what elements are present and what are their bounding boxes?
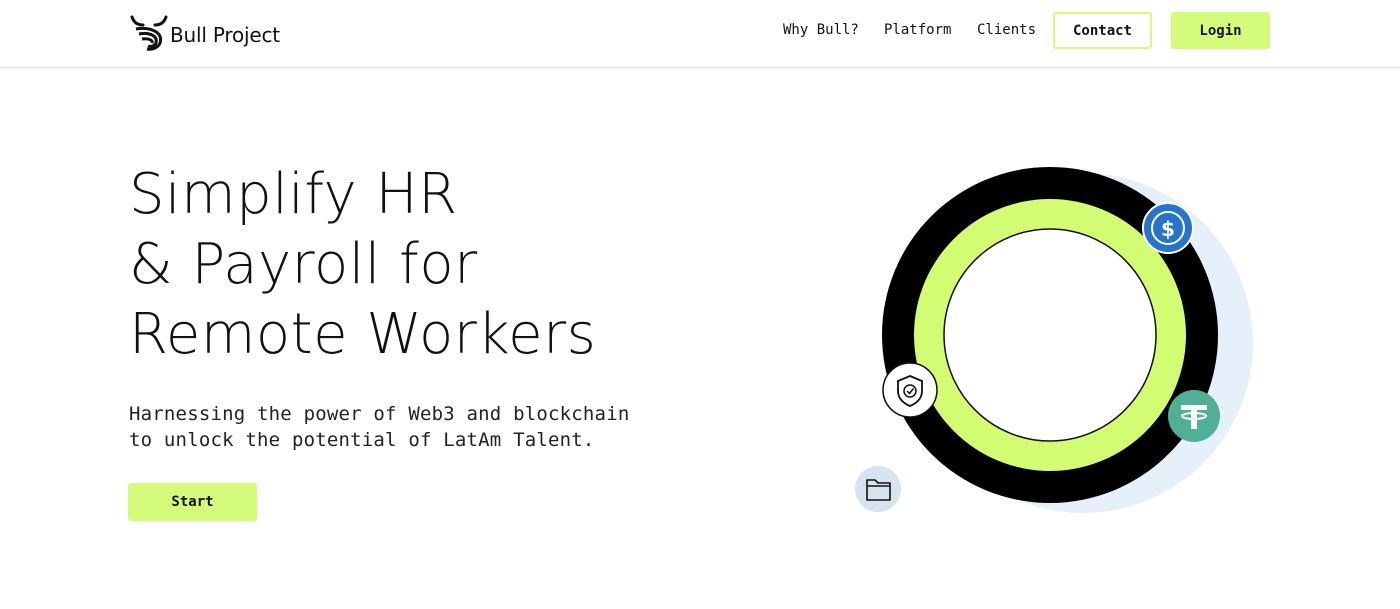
brand-name: Bull Project bbox=[170, 23, 280, 47]
hero-title-line: & Payroll for bbox=[129, 232, 478, 297]
tether-icon bbox=[1168, 390, 1220, 442]
usdc-dollar-icon: $ bbox=[1142, 202, 1194, 254]
hero-title-line: Remote Workers bbox=[129, 302, 597, 367]
nav-link-clients[interactable]: Clients bbox=[977, 22, 1036, 38]
ring-center bbox=[943, 228, 1157, 442]
bull-logo-icon bbox=[130, 15, 168, 51]
start-button[interactable]: Start bbox=[128, 483, 257, 521]
site-header: Bull Project Why Bull? Platform Clients … bbox=[0, 0, 1400, 68]
brand-logo[interactable]: Bull Project bbox=[130, 15, 280, 51]
contact-button[interactable]: Contact bbox=[1053, 12, 1152, 49]
hero-title: Simplify HR & Payroll for Remote Workers bbox=[129, 160, 749, 370]
shield-check-icon bbox=[882, 362, 938, 418]
hero-subtitle: Harnessing the power of Web3 and blockch… bbox=[129, 401, 769, 453]
login-button[interactable]: Login bbox=[1171, 12, 1270, 49]
hero-title-line: Simplify HR bbox=[129, 162, 458, 227]
hero-subtitle-line: to unlock the potential of LatAm Talent. bbox=[129, 429, 595, 451]
hero-illustration: $ bbox=[855, 167, 1253, 513]
folder-icon bbox=[855, 466, 901, 512]
nav-link-why-bull[interactable]: Why Bull? bbox=[783, 22, 859, 38]
hero-subtitle-line: Harnessing the power of Web3 and blockch… bbox=[129, 403, 630, 425]
svg-text:$: $ bbox=[1161, 217, 1175, 241]
nav-link-platform[interactable]: Platform bbox=[884, 22, 951, 38]
